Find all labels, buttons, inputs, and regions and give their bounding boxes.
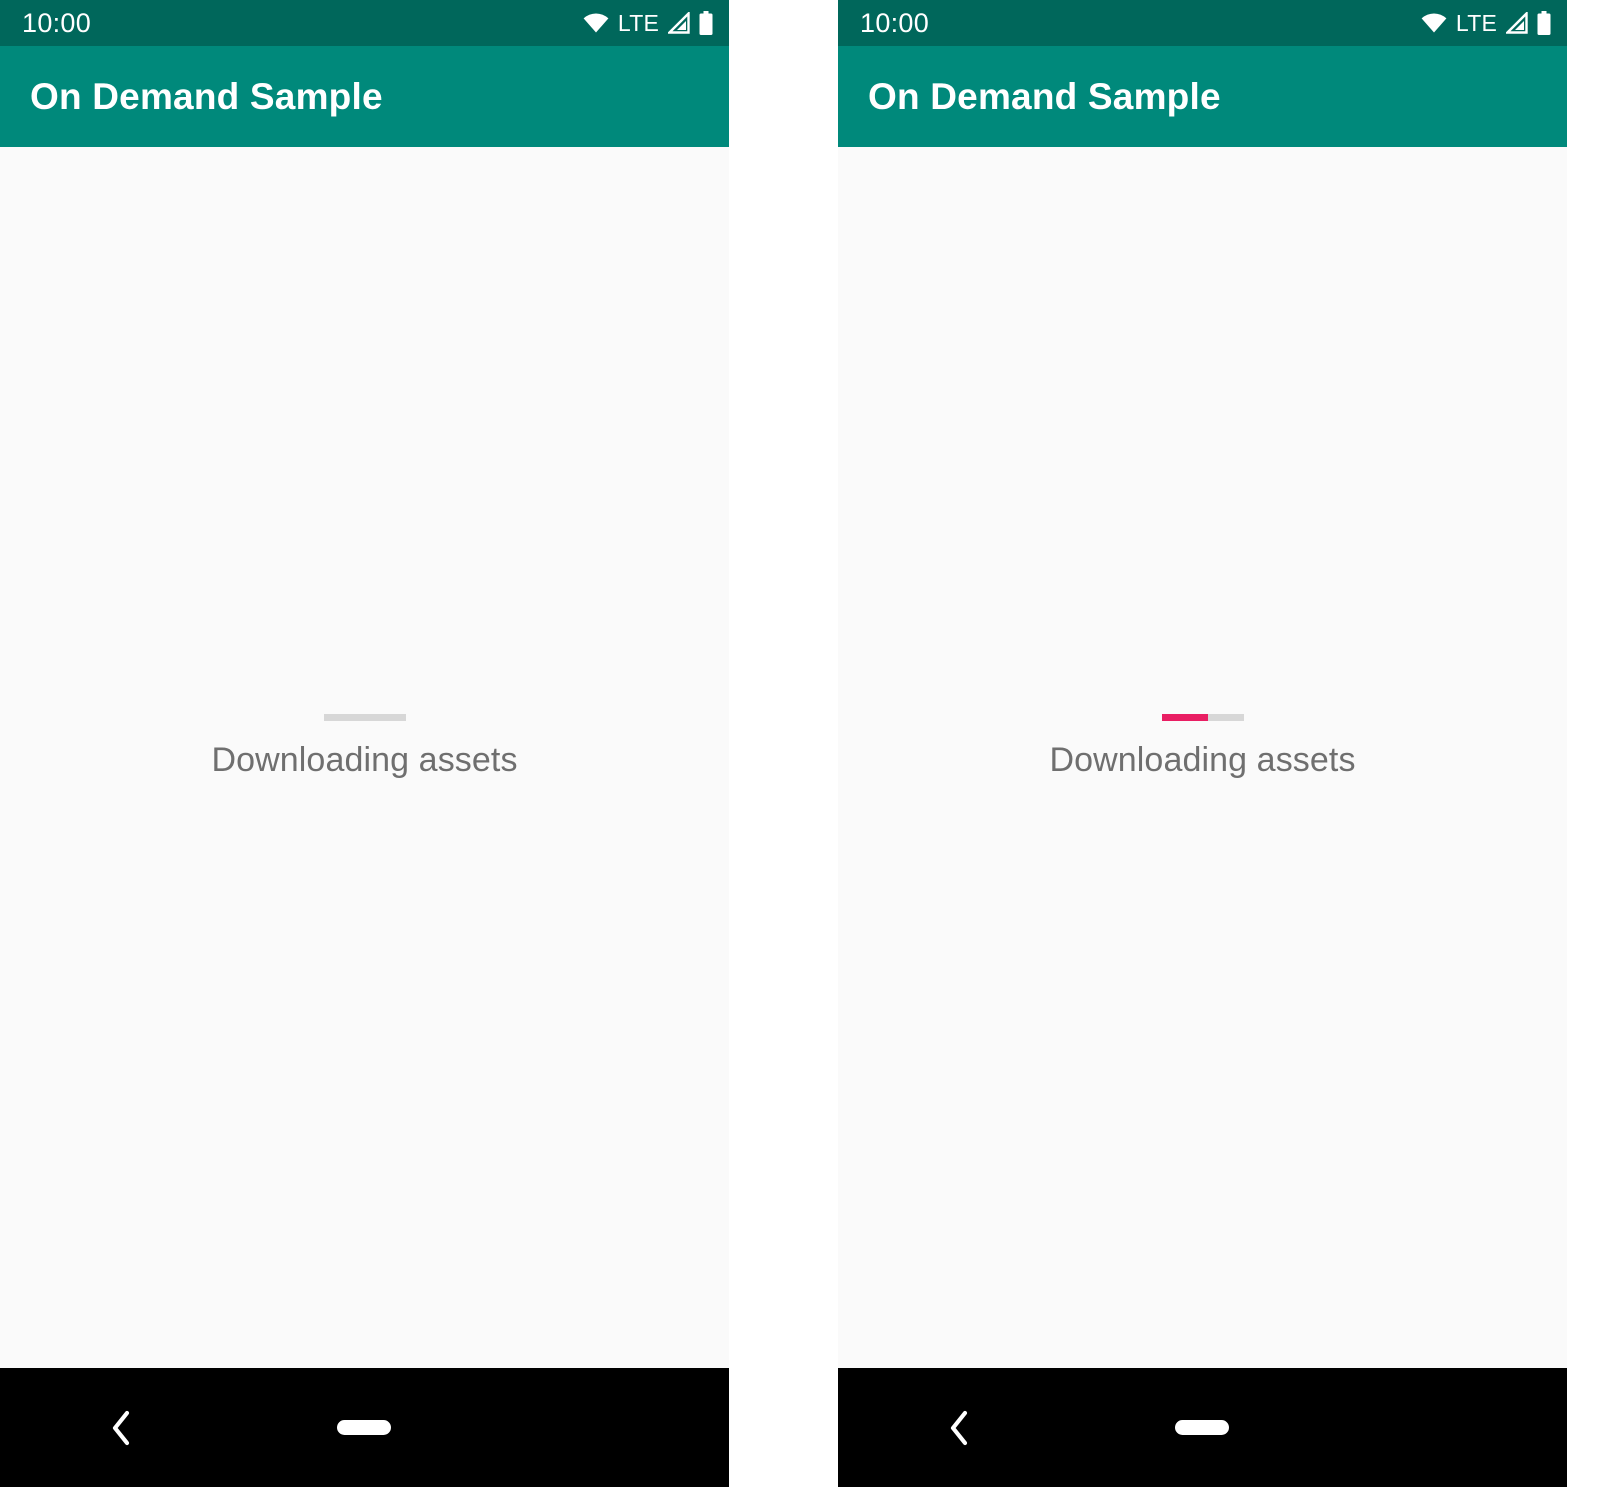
- phone-screen-left: 10:00 LTE On Demand Sample Downloading a…: [0, 0, 729, 1487]
- page-title: On Demand Sample: [868, 76, 1221, 117]
- nav-back-button[interactable]: [0, 1368, 243, 1487]
- page-title: On Demand Sample: [30, 76, 383, 117]
- nav-home-button[interactable]: [243, 1368, 486, 1487]
- phone-screen-right: 10:00 LTE On Demand Sample Downloading a…: [838, 0, 1567, 1487]
- download-status-block: Downloading assets: [211, 714, 517, 777]
- home-pill-icon: [337, 1420, 392, 1435]
- battery-icon: [699, 11, 713, 35]
- status-bar: 10:00 LTE: [838, 0, 1567, 46]
- download-status-label: Downloading assets: [211, 741, 518, 779]
- lte-label: LTE: [1455, 9, 1497, 36]
- battery-icon: [1537, 11, 1551, 35]
- wifi-icon: [583, 13, 609, 33]
- back-chevron-icon: [948, 1410, 970, 1446]
- wifi-icon: [1421, 13, 1447, 33]
- app-bar: On Demand Sample: [0, 46, 729, 147]
- status-bar: 10:00 LTE: [0, 0, 729, 46]
- status-icon-group: LTE: [583, 11, 713, 35]
- download-status-label: Downloading assets: [1049, 741, 1356, 779]
- content-area: Downloading assets: [838, 147, 1567, 1368]
- content-area: Downloading assets: [0, 147, 729, 1368]
- download-progress-bar: [323, 714, 406, 721]
- system-navigation-bar: [838, 1368, 1567, 1487]
- back-chevron-icon: [110, 1410, 132, 1446]
- cellular-signal-icon: [1506, 12, 1528, 34]
- screenshot-stage: 10:00 LTE On Demand Sample Downloading a…: [0, 0, 1600, 1487]
- app-bar: On Demand Sample: [838, 46, 1567, 147]
- status-icon-group: LTE: [1421, 11, 1551, 35]
- system-navigation-bar: [0, 1368, 729, 1487]
- download-progress-fill: [1161, 714, 1209, 721]
- nav-home-button[interactable]: [1081, 1368, 1324, 1487]
- nav-back-button[interactable]: [838, 1368, 1081, 1487]
- cellular-signal-icon: [668, 12, 690, 34]
- download-progress-bar: [1161, 714, 1244, 721]
- status-clock: 10:00: [860, 7, 930, 38]
- download-status-block: Downloading assets: [1049, 714, 1355, 777]
- home-pill-icon: [1175, 1420, 1230, 1435]
- status-clock: 10:00: [22, 7, 92, 38]
- lte-label: LTE: [617, 9, 659, 36]
